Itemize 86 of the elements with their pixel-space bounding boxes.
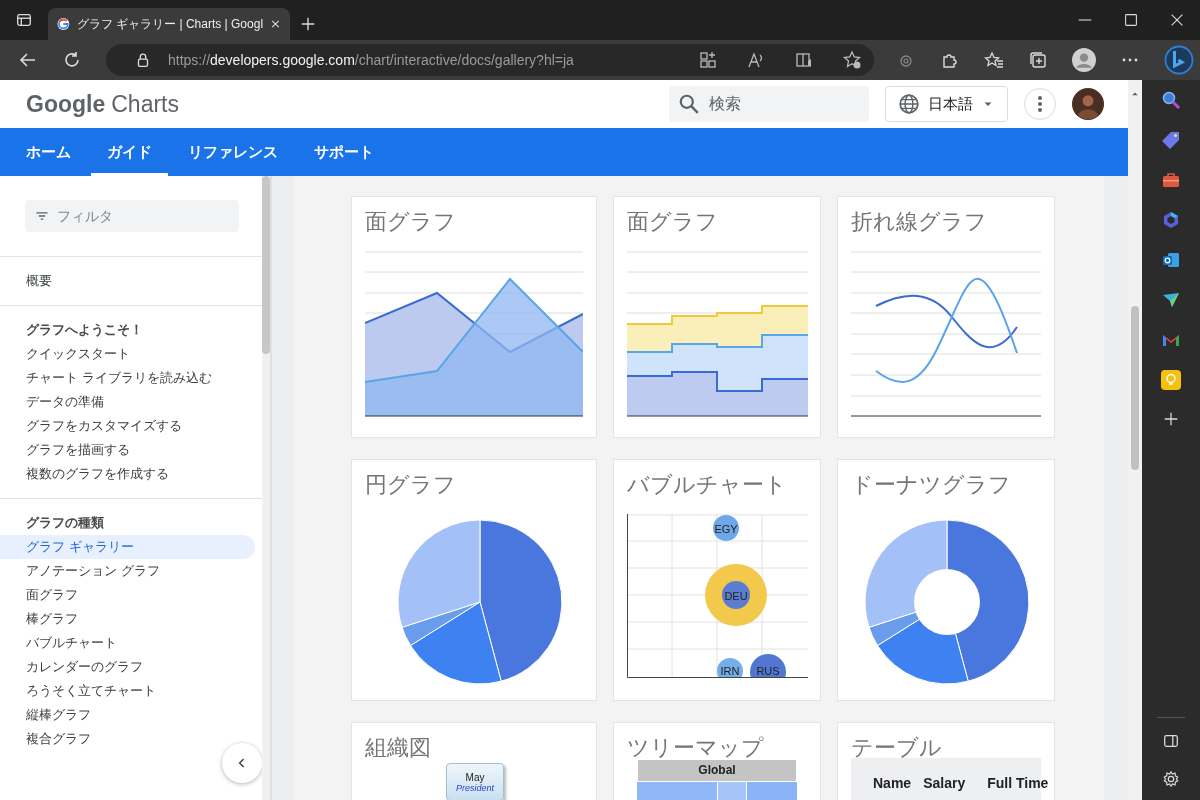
- favorite-add-icon[interactable]: [842, 50, 862, 70]
- column-header: Salary: [923, 775, 966, 791]
- sidebar-item[interactable]: クイックスタート: [0, 342, 255, 366]
- more-button[interactable]: [1024, 88, 1056, 120]
- bubble-label: DEU: [724, 590, 748, 602]
- node-role: President: [456, 782, 494, 793]
- card-title: 円グラフ: [364, 471, 457, 499]
- sidebar-item[interactable]: アノテーション グラフ: [0, 559, 255, 583]
- chart-card[interactable]: バブルチャート EGY DEU IRN RUS: [613, 459, 821, 701]
- card-title: 折れ線グラフ: [850, 208, 988, 236]
- sidebar-item[interactable]: 複数のグラフを作成する: [0, 462, 255, 486]
- scrollbar-thumb[interactable]: [262, 176, 270, 354]
- tab-actions-icon[interactable]: [15, 11, 33, 29]
- sidebar-item[interactable]: 面グラフ: [0, 583, 255, 607]
- chart-card[interactable]: テーブル Name Salary Full Time: [837, 722, 1055, 800]
- site-logo[interactable]: Google Charts: [26, 90, 179, 118]
- avatar[interactable]: [1072, 88, 1104, 120]
- language-select[interactable]: 日本語: [885, 86, 1008, 122]
- favorites-icon[interactable]: [984, 50, 1004, 70]
- chart-card[interactable]: 円グラフ: [351, 459, 597, 701]
- sidebar-item[interactable]: カレンダーのグラフ: [0, 655, 255, 679]
- card-title: 面グラフ: [364, 208, 457, 236]
- lightbulb-icon[interactable]: [1161, 370, 1181, 390]
- settings-icon[interactable]: [1162, 770, 1180, 788]
- sidebar-item[interactable]: グラフを描画する: [0, 438, 255, 462]
- card-title: バブルチャート: [626, 471, 788, 499]
- search-field[interactable]: 検索: [669, 86, 869, 122]
- chart-card[interactable]: 面グラフ: [613, 196, 821, 438]
- sidebar-item[interactable]: 縦棒グラフ: [0, 703, 255, 727]
- bubble: [717, 658, 743, 678]
- card-title: 組織図: [364, 734, 432, 762]
- bubble: [713, 515, 739, 541]
- refresh-icon[interactable]: [62, 50, 82, 70]
- card-title: ドーナツグラフ: [850, 471, 1012, 499]
- chart-card[interactable]: 折れ線グラフ: [837, 196, 1055, 438]
- bubble: [750, 654, 786, 678]
- bubble-label: IRN: [720, 665, 740, 677]
- sidebar-item[interactable]: 棒グラフ: [0, 607, 255, 631]
- globe-icon: [898, 93, 920, 115]
- sidebar-item[interactable]: バブルチャート: [0, 631, 255, 655]
- sidebar-item[interactable]: データの準備: [0, 390, 255, 414]
- tag-icon[interactable]: [1161, 130, 1181, 150]
- node-name: May: [465, 771, 485, 783]
- column-header: Name: [873, 775, 912, 791]
- column-header: Full Time: [987, 775, 1049, 791]
- copilot-b-icon[interactable]: [1164, 45, 1194, 75]
- more-vertical-icon: [1038, 96, 1042, 112]
- browser-tab[interactable]: グラフ ギャラリー | Charts | Googl: [48, 8, 290, 40]
- sidebar-item[interactable]: グラフをカスタマイズする: [0, 414, 255, 438]
- collections-icon[interactable]: [1028, 50, 1048, 70]
- treemap-header: Global: [637, 759, 797, 782]
- hexagon-logo-icon[interactable]: [1161, 210, 1181, 230]
- scrollbar-thumb[interactable]: [1131, 306, 1139, 470]
- sidebar-item[interactable]: ろうそく立てチャート: [0, 679, 255, 703]
- search-icon: [678, 93, 700, 115]
- nav-tab[interactable]: サポート: [298, 128, 390, 176]
- mail-app-icon[interactable]: [1161, 250, 1181, 270]
- sidebar-item[interactable]: 複合グラフ: [0, 727, 255, 751]
- sidebar-heading[interactable]: グラフへようこそ！: [0, 318, 255, 342]
- sidebar-item[interactable]: チャート ライブラリを読み込む: [0, 366, 255, 390]
- add-icon[interactable]: [1162, 410, 1180, 428]
- briefcase-icon[interactable]: [1161, 170, 1181, 190]
- search-icon[interactable]: [1161, 90, 1181, 110]
- chart-card[interactable]: 面グラフ: [351, 196, 597, 438]
- card-title: 面グラフ: [626, 208, 719, 236]
- bubble-label: RUS: [756, 665, 780, 677]
- app-grid-icon[interactable]: [698, 50, 718, 70]
- new-tab-icon[interactable]: [299, 15, 317, 33]
- reader-view-icon[interactable]: [794, 50, 814, 70]
- side-panel-icon[interactable]: [1162, 732, 1180, 750]
- card-title: テーブル: [850, 734, 943, 762]
- nav-tab[interactable]: ホーム: [10, 128, 87, 176]
- google-g-icon: [56, 16, 71, 32]
- sidebar-item[interactable]: 概要: [0, 269, 255, 293]
- sidebar-heading[interactable]: グラフの種類: [0, 511, 255, 535]
- scroll-up-icon[interactable]: [1131, 90, 1139, 98]
- chart-card[interactable]: 組織図 May President: [351, 722, 597, 800]
- chart-card[interactable]: ドーナツグラフ: [837, 459, 1055, 701]
- profile-icon[interactable]: [1072, 48, 1096, 72]
- chart-card[interactable]: ツリーマップ Global: [613, 722, 821, 800]
- bubble-label: EGY: [714, 523, 738, 535]
- filter-field[interactable]: フィルタ: [25, 200, 239, 232]
- maximize-icon[interactable]: [1122, 11, 1140, 29]
- sidebar-item[interactable]: グラフ ギャラリー: [0, 535, 255, 559]
- card-title: ツリーマップ: [626, 734, 765, 762]
- nav-tab[interactable]: リファレンス: [172, 128, 294, 176]
